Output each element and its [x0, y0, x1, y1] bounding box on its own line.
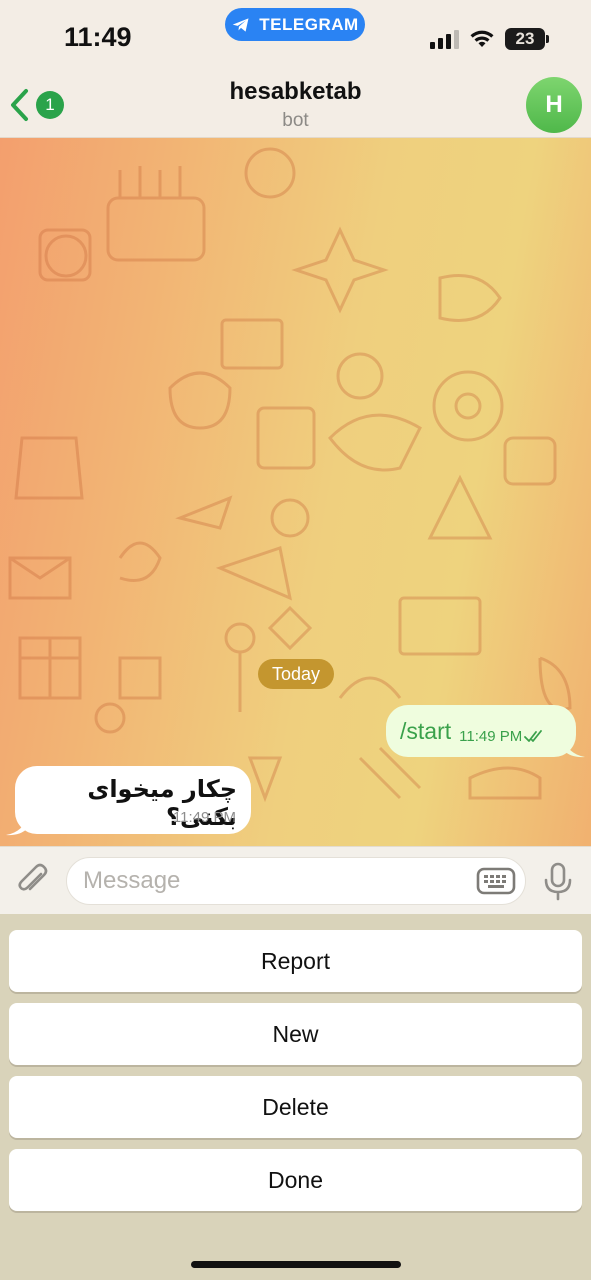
keyboard-button-report[interactable]: Report: [9, 930, 582, 992]
message-incoming[interactable]: چکار میخوای بکنی؟ 11:49 PM: [15, 766, 251, 834]
telegram-plane-icon: [232, 17, 249, 32]
message-input[interactable]: [83, 858, 463, 904]
telegram-pill[interactable]: TELEGRAM: [225, 8, 365, 41]
message-outgoing[interactable]: /start 11:49 PM: [386, 705, 576, 757]
date-separator: Today: [258, 659, 334, 689]
keyboard-button-done[interactable]: Done: [9, 1149, 582, 1211]
pill-label: TELEGRAM: [259, 14, 359, 34]
chat-subtitle: bot: [282, 110, 309, 131]
paperclip-icon[interactable]: [14, 862, 52, 900]
top-bar: 11:49 TELEGRAM 23 1 hesabketab bot H: [0, 0, 591, 138]
status-icons: 23: [430, 26, 549, 52]
avatar[interactable]: H: [526, 77, 582, 133]
battery-level: 23: [515, 29, 535, 48]
message-time: 11:49 PM: [459, 727, 523, 745]
bot-keyboard: Report New Delete Done: [0, 914, 591, 1280]
chat-title: hesabketab: [229, 78, 362, 105]
keyboard-button-delete[interactable]: Delete: [9, 1076, 582, 1138]
message-time: 11:49 PM: [172, 809, 236, 826]
home-indicator[interactable]: [191, 1261, 401, 1268]
message-input-container: [66, 857, 526, 905]
chat-area[interactable]: Today /start 11:49 PM چکار میخوای بکنی؟ …: [0, 138, 591, 846]
keyboard-button-new[interactable]: New: [9, 1003, 582, 1065]
message-meta: 11:49 PM: [459, 728, 546, 745]
keyboard-icon[interactable]: [476, 866, 516, 896]
microphone-icon[interactable]: [542, 861, 574, 901]
message-text: /start: [400, 717, 452, 744]
cellular-signal-icon: [430, 29, 459, 49]
double-check-icon: [524, 730, 543, 742]
chat-title-block[interactable]: hesabketab bot: [0, 78, 591, 132]
avatar-letter: H: [545, 91, 563, 118]
wifi-icon: [469, 28, 495, 50]
composer-bar: [0, 846, 591, 914]
status-time: 11:49: [64, 22, 132, 52]
battery-icon: 23: [505, 28, 549, 50]
